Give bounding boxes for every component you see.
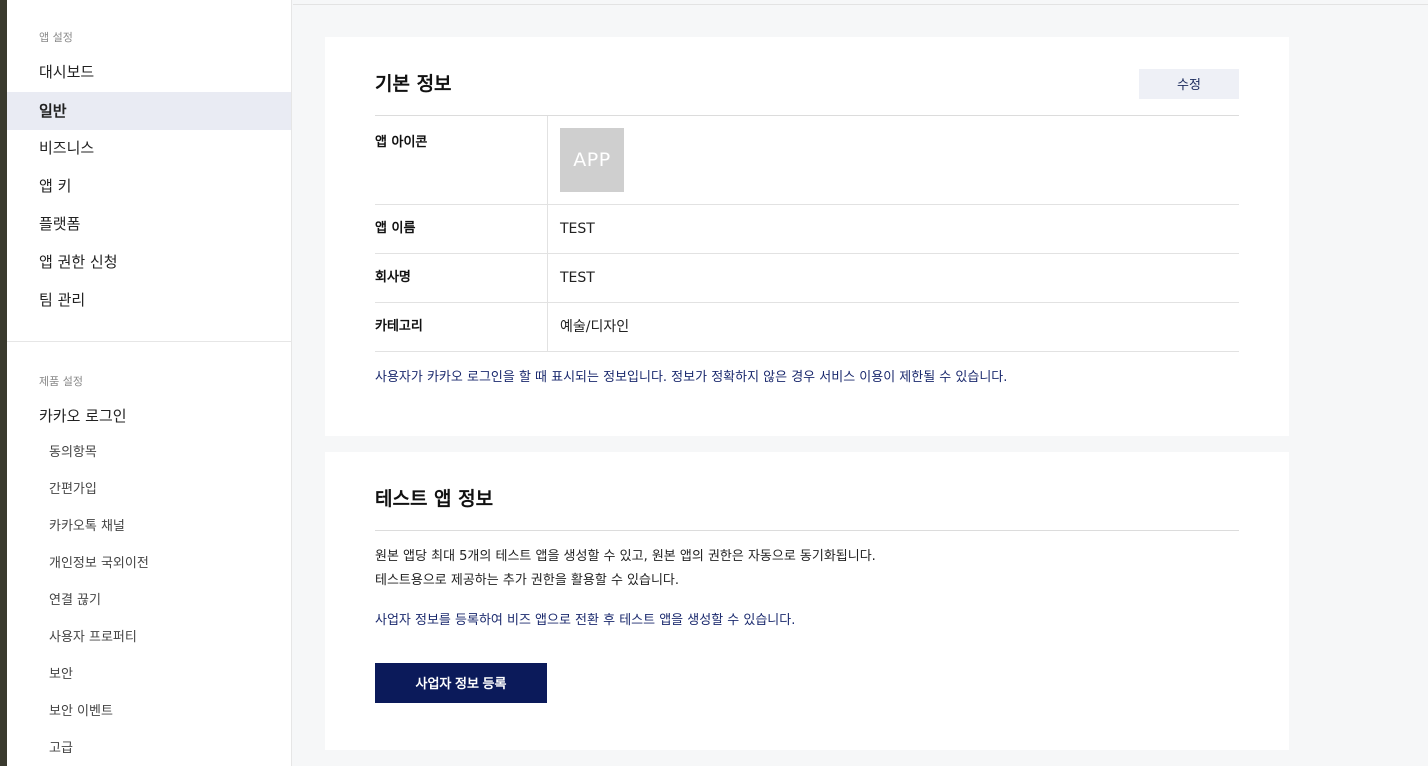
sidebar-item-business[interactable]: 비즈니스 (7, 129, 291, 167)
register-business-button[interactable]: 사업자 정보 등록 (375, 663, 547, 703)
app-name-value: TEST (560, 221, 595, 237)
sidebar-subitem-consent[interactable]: 동의항목 (7, 436, 291, 470)
sidebar: 앱 설정 대시보드 일반 비즈니스 앱 키 플랫폼 앱 권한 신청 팀 관리 제… (7, 0, 292, 766)
app-name-label: 앱 이름 (375, 205, 548, 253)
table-row-company: 회사명 TEST (375, 254, 1239, 303)
sidebar-subitem-security-events[interactable]: 보안 이벤트 (7, 695, 291, 729)
test-app-description-2: 테스트용으로 제공하는 추가 권한을 활용할 수 있습니다. (375, 573, 680, 588)
sidebar-divider (7, 341, 291, 342)
category-value: 예술/디자인 (560, 319, 630, 335)
table-row-app-name: 앱 이름 TEST (375, 205, 1239, 254)
edit-button[interactable]: 수정 (1139, 69, 1239, 99)
section-label-product-settings: 제품 설정 (39, 375, 83, 388)
app-icon-label: 앱 아이콘 (375, 116, 548, 204)
basic-info-card: 기본 정보 수정 앱 아이콘 APP 앱 이름 TEST 회사명 TEST 카테… (325, 37, 1289, 436)
sidebar-subitem-unlink[interactable]: 연결 끊기 (7, 584, 291, 618)
sidebar-subitem-kakaotalk-channel[interactable]: 카카오톡 채널 (7, 510, 291, 544)
sidebar-item-platform[interactable]: 플랫폼 (7, 205, 291, 243)
test-app-card: 테스트 앱 정보 원본 앱당 최대 5개의 테스트 앱을 생성할 수 있고, 원… (325, 452, 1289, 750)
category-label: 카테고리 (375, 303, 548, 351)
test-app-title: 테스트 앱 정보 (375, 488, 494, 510)
test-app-divider (375, 530, 1239, 531)
test-app-notice: 사업자 정보를 등록하여 비즈 앱으로 전환 후 테스트 앱을 생성할 수 있습… (375, 613, 796, 628)
sidebar-subitem-security[interactable]: 보안 (7, 658, 291, 692)
table-row-category: 카테고리 예술/디자인 (375, 303, 1239, 352)
basic-info-notice: 사용자가 카카오 로그인을 할 때 표시되는 정보입니다. 정보가 정확하지 않… (375, 370, 1008, 385)
sidebar-subitem-cross-border[interactable]: 개인정보 국외이전 (7, 547, 291, 581)
window-edge (0, 0, 7, 766)
sidebar-item-app-keys[interactable]: 앱 키 (7, 167, 291, 205)
test-app-description-1: 원본 앱당 최대 5개의 테스트 앱을 생성할 수 있고, 원본 앱의 권한은 … (375, 549, 876, 564)
app-icon-placeholder: APP (560, 128, 624, 192)
sidebar-subitem-user-property[interactable]: 사용자 프로퍼티 (7, 621, 291, 655)
sidebar-subitem-advanced[interactable]: 고급 (7, 732, 291, 766)
company-label: 회사명 (375, 254, 548, 302)
sidebar-item-dashboard[interactable]: 대시보드 (7, 53, 291, 91)
sidebar-subitem-simple-signup[interactable]: 간편가입 (7, 473, 291, 507)
basic-info-table: 앱 아이콘 APP 앱 이름 TEST 회사명 TEST 카테고리 예술/디자인 (375, 115, 1239, 352)
basic-info-title: 기본 정보 (375, 73, 452, 95)
company-value: TEST (560, 270, 595, 286)
section-label-app-settings: 앱 설정 (39, 31, 73, 44)
table-row-app-icon: 앱 아이콘 APP (375, 116, 1239, 205)
sidebar-item-general[interactable]: 일반 (7, 92, 291, 130)
sidebar-item-app-permission[interactable]: 앱 권한 신청 (7, 243, 291, 281)
header-divider (293, 4, 1428, 5)
sidebar-item-team[interactable]: 팀 관리 (7, 281, 291, 319)
sidebar-item-kakao-login[interactable]: 카카오 로그인 (7, 397, 291, 435)
